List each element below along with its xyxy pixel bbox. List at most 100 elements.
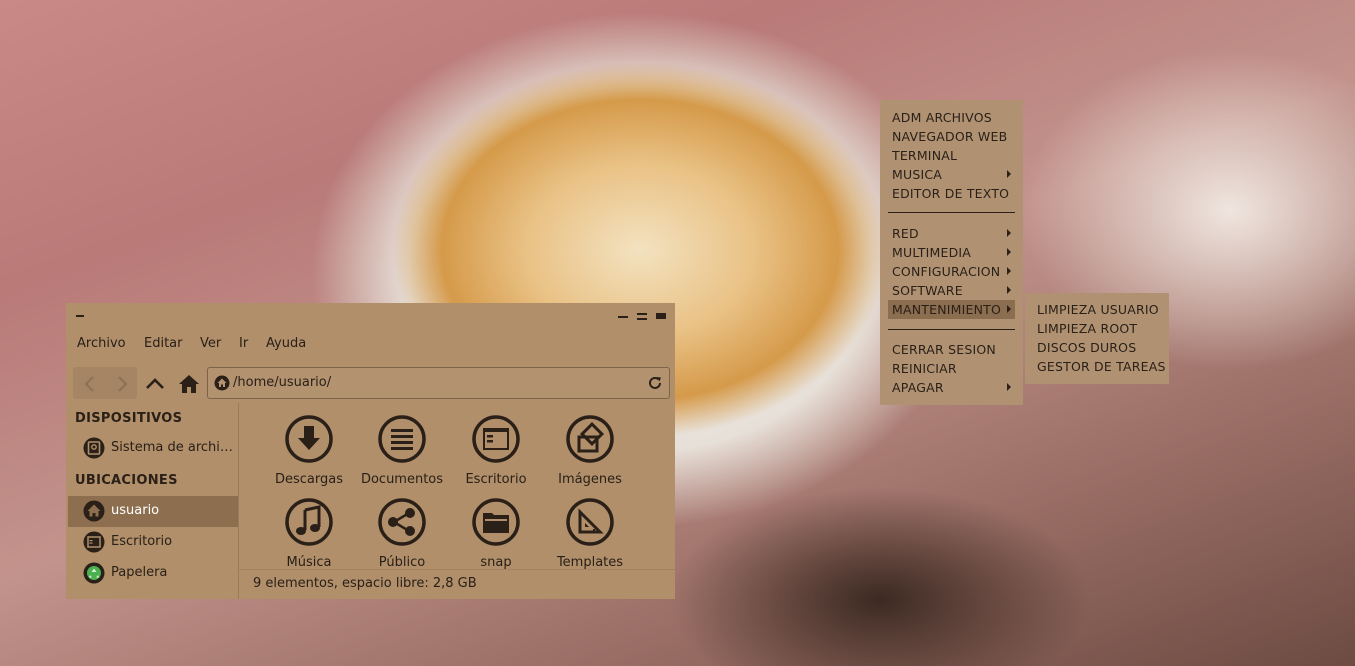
- menu-editar[interactable]: Editar: [144, 336, 183, 351]
- window-titlebar[interactable]: [66, 303, 675, 329]
- menu-item-configuracion[interactable]: CONFIGURACION: [880, 262, 1023, 281]
- folder-item[interactable]: Documentos: [356, 405, 448, 487]
- menu-item-label: DISCOS DUROS: [1037, 340, 1137, 355]
- menu-item-label: REINICIAR: [892, 361, 957, 376]
- up-button[interactable]: [143, 372, 167, 396]
- desktop-icon: [472, 415, 520, 463]
- chevron-right-icon: [118, 376, 128, 392]
- reload-icon[interactable]: [647, 375, 663, 391]
- submenu-arrow-icon: [1007, 383, 1011, 391]
- menu-item-gestor-de-tareas[interactable]: GESTOR DE TAREAS: [1025, 357, 1169, 376]
- menu-item-mantenimiento[interactable]: MANTENIMIENTO: [888, 300, 1015, 319]
- menu-item-red[interactable]: RED: [880, 224, 1023, 243]
- location-path: /home/usuario/: [233, 375, 332, 390]
- submenu-arrow-icon: [1007, 170, 1011, 178]
- menu-item-apagar[interactable]: APAGAR: [880, 378, 1023, 397]
- sidebar-item-label: Escritorio: [111, 534, 173, 549]
- back-button[interactable]: [79, 373, 101, 395]
- item-label: Documentos: [360, 472, 444, 487]
- trash-icon: [83, 562, 105, 584]
- menu-item-navegador-web[interactable]: NAVEGADOR WEB: [880, 127, 1023, 146]
- forward-button[interactable]: [111, 373, 133, 395]
- menu-item-adm-archivos[interactable]: ADM ARCHIVOS: [880, 108, 1023, 127]
- close-button[interactable]: [656, 313, 666, 319]
- menu-item-label: MANTENIMIENTO: [892, 302, 1002, 317]
- chevron-up-icon: [146, 378, 164, 389]
- mantenimiento-submenu: LIMPIEZA USUARIO LIMPIEZA ROOT DISCOS DU…: [1025, 293, 1169, 384]
- desktop-icon: [83, 531, 105, 553]
- menu-item-label: MUSICA: [892, 167, 943, 182]
- image-icon: [566, 415, 614, 463]
- menu-item-label: GESTOR DE TAREAS: [1037, 359, 1166, 374]
- file-manager-window: Archivo Editar Ver Ir Ayuda /home/usuari…: [66, 303, 675, 599]
- history-nav: [73, 367, 137, 399]
- status-text: 9 elementos, espacio libre: 2,8 GB: [253, 576, 477, 591]
- menu-item-label: RED: [892, 226, 919, 241]
- menu-item-discos-duros[interactable]: DISCOS DUROS: [1025, 338, 1169, 357]
- menu-ver[interactable]: Ver: [200, 336, 221, 351]
- chevron-left-icon: [84, 376, 94, 392]
- menu-archivo[interactable]: Archivo: [77, 336, 126, 351]
- menu-item-label: CONFIGURACION: [892, 264, 1001, 279]
- sidebar-item-filesystem[interactable]: Sistema de archi…: [68, 433, 238, 464]
- home-button[interactable]: [177, 372, 201, 396]
- folder-item[interactable]: Escritorio: [450, 405, 542, 487]
- places-header: UBICACIONES: [75, 473, 178, 488]
- menu-item-label: TERMINAL: [892, 148, 958, 163]
- download-icon: [285, 415, 333, 463]
- folder-item[interactable]: Música: [263, 488, 355, 570]
- folder-item[interactable]: snap: [450, 488, 542, 570]
- sidebar-item-papelera[interactable]: Papelera: [68, 558, 238, 589]
- menu-item-limpieza-usuario[interactable]: LIMPIEZA USUARIO: [1025, 300, 1169, 319]
- sidebar: DISPOSITIVOS Sistema de archi… UBICACION…: [66, 403, 239, 599]
- menu-separator: [888, 329, 1015, 330]
- home-icon: [179, 375, 199, 393]
- item-label: Música: [286, 555, 332, 570]
- menu-item-label: LIMPIEZA ROOT: [1037, 321, 1138, 336]
- menu-item-cerrar-sesion[interactable]: CERRAR SESION: [880, 340, 1023, 359]
- sidebar-item-label: usuario: [111, 503, 160, 518]
- menu-item-musica[interactable]: MUSICA: [880, 165, 1023, 184]
- menu-separator: [888, 212, 1015, 213]
- music-icon: [285, 498, 333, 546]
- submenu-arrow-icon: [1007, 229, 1011, 237]
- item-label: snap: [480, 555, 512, 570]
- share-icon: [378, 498, 426, 546]
- menu-item-software[interactable]: SOFTWARE: [880, 281, 1023, 300]
- folder-item[interactable]: Templates: [544, 488, 636, 570]
- menu-ir[interactable]: Ir: [239, 336, 248, 351]
- template-icon: [566, 498, 614, 546]
- submenu-arrow-icon: [1007, 286, 1011, 294]
- menu-item-label: NAVEGADOR WEB: [892, 129, 1008, 144]
- menu-item-terminal[interactable]: TERMINAL: [880, 146, 1023, 165]
- sidebar-item-escritorio[interactable]: Escritorio: [68, 527, 238, 558]
- file-grid: Descargas Documentos Escritorio Imágenes…: [239, 403, 675, 570]
- maximize-button[interactable]: [637, 313, 647, 320]
- item-label: Descargas: [274, 472, 343, 487]
- toolbar: /home/usuario/: [66, 367, 675, 399]
- folder-item[interactable]: Descargas: [263, 405, 355, 487]
- menu-item-label: APAGAR: [892, 380, 944, 395]
- menu-ayuda[interactable]: Ayuda: [266, 336, 306, 351]
- menu-item-reiniciar[interactable]: REINICIAR: [880, 359, 1023, 378]
- location-bar[interactable]: /home/usuario/: [207, 367, 670, 399]
- home-icon: [83, 500, 105, 522]
- home-icon: [214, 375, 230, 391]
- window-menu-icon[interactable]: [76, 315, 84, 317]
- item-label: Público: [378, 555, 426, 570]
- submenu-arrow-icon: [1007, 267, 1011, 275]
- submenu-arrow-icon: [1007, 305, 1011, 313]
- document-icon: [378, 415, 426, 463]
- menu-item-limpieza-root[interactable]: LIMPIEZA ROOT: [1025, 319, 1169, 338]
- menu-item-editor-de-texto[interactable]: EDITOR DE TEXTO: [880, 184, 1023, 203]
- menu-item-label: LIMPIEZA USUARIO: [1037, 302, 1159, 317]
- sidebar-item-usuario[interactable]: usuario: [68, 496, 238, 527]
- menu-item-multimedia[interactable]: MULTIMEDIA: [880, 243, 1023, 262]
- item-label: Templates: [556, 555, 624, 570]
- menu-item-label: SOFTWARE: [892, 283, 963, 298]
- folder-item[interactable]: Imágenes: [544, 405, 636, 487]
- folder-item[interactable]: Público: [356, 488, 448, 570]
- item-label: Imágenes: [558, 472, 622, 487]
- minimize-button[interactable]: [618, 313, 628, 318]
- main-menu: ADM ARCHIVOS NAVEGADOR WEB TERMINAL MUSI…: [880, 100, 1023, 405]
